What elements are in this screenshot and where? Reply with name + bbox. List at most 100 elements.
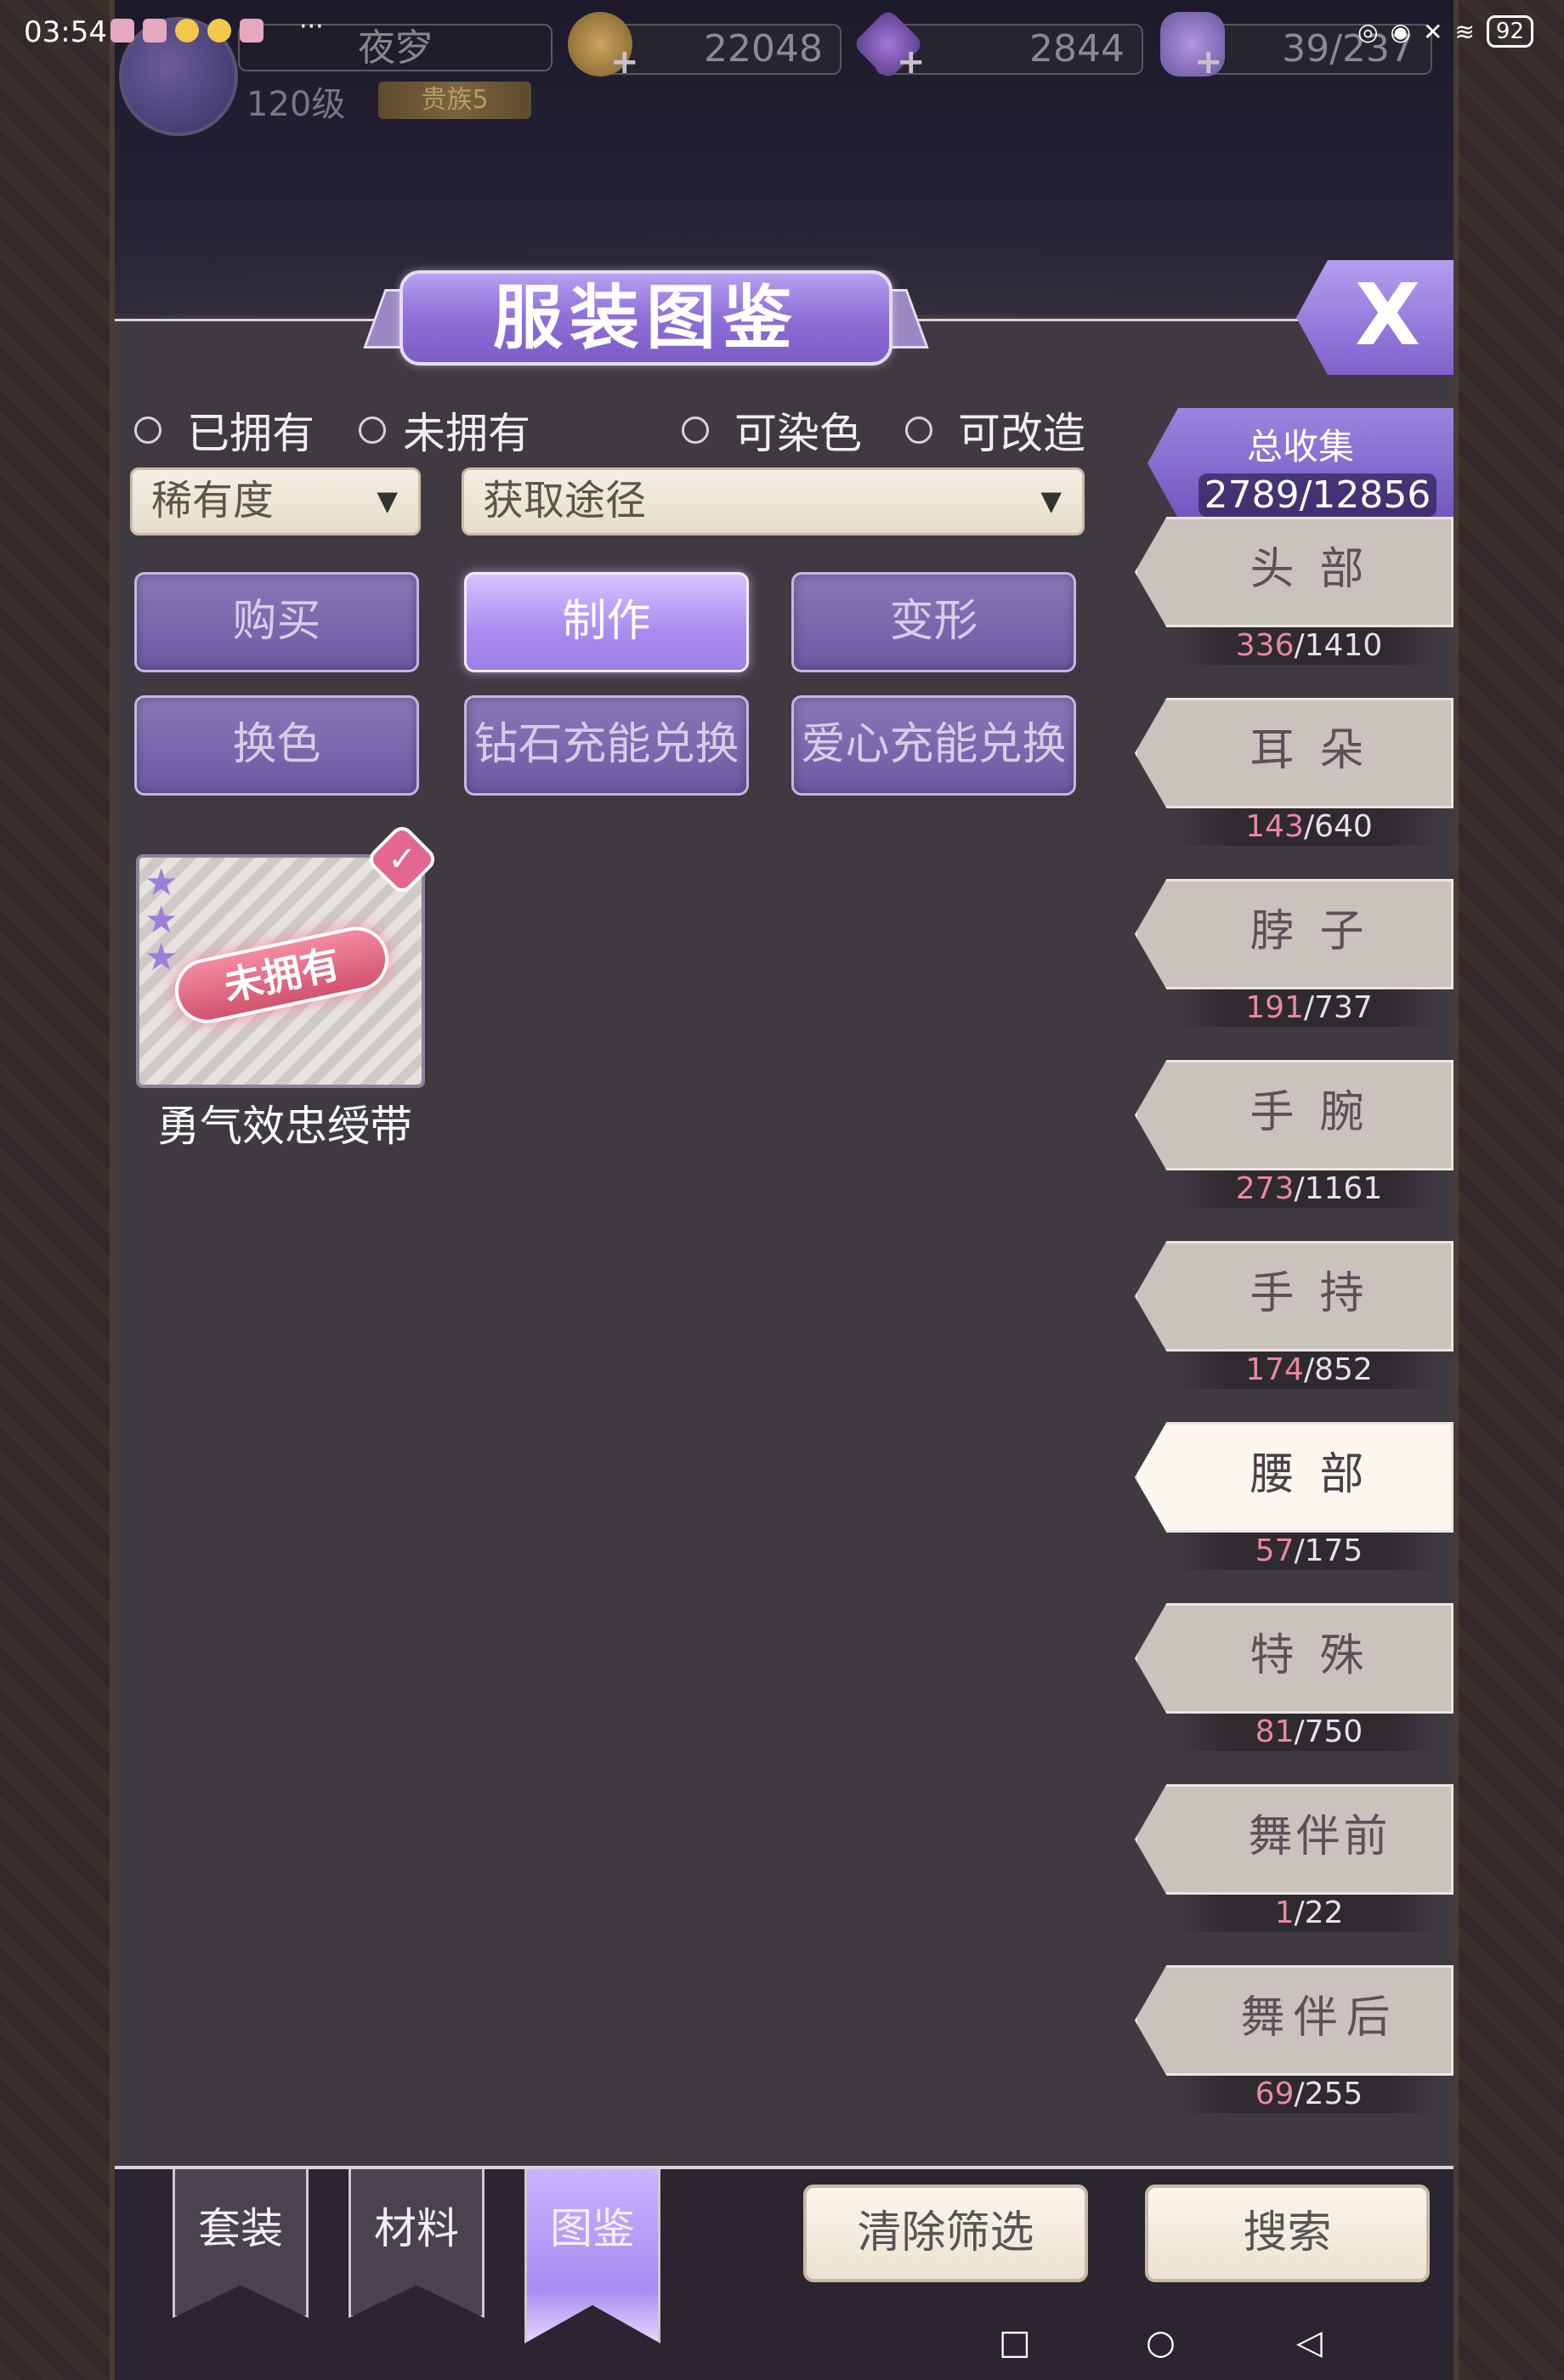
category-owned-count: 143 xyxy=(1245,809,1304,844)
source-diamond-exchange-button[interactable]: 钻石充能兑换 xyxy=(464,695,749,796)
battery-indicator: 92 xyxy=(1486,15,1533,48)
source-craft-button[interactable]: 制作 xyxy=(464,572,749,672)
category-label: 手腕 xyxy=(1135,1060,1454,1170)
category-owned-count: 336 xyxy=(1235,628,1295,663)
notification-icons xyxy=(110,19,264,42)
category-total-count: /750 xyxy=(1294,1714,1363,1749)
radio-circle-icon xyxy=(682,416,709,444)
rarity-stars-icon: ★ ★ ★ xyxy=(144,861,178,979)
category-count: 143/640 xyxy=(1177,808,1441,846)
mute-icon: ✕ xyxy=(1422,17,1443,46)
bottom-divider xyxy=(115,2166,1454,2169)
category-label: 耳朵 xyxy=(1135,698,1454,808)
player-level: 120级 xyxy=(246,85,346,124)
filter-dyeable[interactable]: 可染色 xyxy=(682,400,862,461)
source-dropdown-label: 获取途径 xyxy=(483,477,647,524)
category-label: 头部 xyxy=(1135,517,1454,627)
category-tab-ear[interactable]: 耳朵 143/640 xyxy=(1135,698,1454,846)
left-decor-frame xyxy=(0,0,115,2380)
category-label: 手持 xyxy=(1135,1241,1454,1352)
wifi-icon: ≋ xyxy=(1454,17,1475,46)
category-total-count: /175 xyxy=(1294,1533,1363,1568)
player-rank-badge: 贵族5 xyxy=(378,82,531,119)
right-decor-frame xyxy=(1454,0,1564,2380)
category-tab-head[interactable]: 头部 336/1410 xyxy=(1135,517,1454,665)
close-button[interactable]: X xyxy=(1296,260,1454,375)
collection-label: 总收集 xyxy=(1246,426,1354,468)
item-name: 勇气效忠绶带 xyxy=(157,1102,412,1151)
category-label: 舞伴前 xyxy=(1135,1784,1454,1895)
source-buy-button[interactable]: 购买 xyxy=(134,572,419,672)
dropdown-arrow-icon: ▼ xyxy=(1040,484,1062,517)
source-heart-exchange-button[interactable]: 爱心充能兑换 xyxy=(791,695,1076,796)
filter-not-owned-label: 未拥有 xyxy=(403,409,530,458)
category-count: 1/22 xyxy=(1177,1895,1441,1932)
category-total-count: /1410 xyxy=(1294,628,1383,663)
category-owned-count: 273 xyxy=(1235,1171,1295,1206)
category-owned-count: 1 xyxy=(1274,1896,1295,1930)
category-label: 脖子 xyxy=(1135,879,1454,989)
collection-value: 2789/12856 xyxy=(1198,473,1436,517)
source-recolor-button[interactable]: 换色 xyxy=(134,695,419,796)
page-title: 服装图鉴 xyxy=(400,270,892,366)
radio-circle-icon xyxy=(134,416,162,444)
filter-owned[interactable]: 已拥有 xyxy=(134,400,314,461)
category-label: 舞伴后 xyxy=(1135,1965,1454,2076)
radio-circle-icon xyxy=(359,416,386,444)
category-total-count: /640 xyxy=(1303,809,1373,844)
category-owned-count: 57 xyxy=(1255,1533,1295,1568)
back-icon[interactable]: ◁ xyxy=(1296,2323,1323,2362)
filter-dyeable-label: 可染色 xyxy=(734,409,862,458)
category-total-count: /255 xyxy=(1294,2077,1363,2111)
app-notification-icon xyxy=(143,19,167,42)
category-count: 191/737 xyxy=(1177,989,1441,1027)
category-tab-partner-back[interactable]: 舞伴后 69/255 xyxy=(1135,1965,1454,2113)
search-button[interactable]: 搜索 xyxy=(1145,2184,1430,2282)
weibo-notification-icon xyxy=(175,19,199,42)
home-icon[interactable]: ○ xyxy=(1146,2323,1176,2362)
category-total-count: /1161 xyxy=(1294,1171,1383,1206)
category-owned-count: 191 xyxy=(1245,990,1304,1025)
status-time: 03:54 xyxy=(24,15,107,49)
unowned-stamp: 未拥有 xyxy=(168,921,395,1029)
category-owned-count: 174 xyxy=(1245,1352,1304,1387)
category-count: 69/255 xyxy=(1177,2076,1441,2113)
dropdown-arrow-icon: ▼ xyxy=(377,484,398,517)
system-indicators: ◎ ◉ ✕ ≋ 92 xyxy=(1357,15,1533,48)
filter-modifiable[interactable]: 可改造 xyxy=(905,400,1085,461)
category-owned-count: 81 xyxy=(1255,1714,1295,1749)
category-tab-waist[interactable]: 腰部 57/175 xyxy=(1135,1422,1454,1570)
category-tab-handheld[interactable]: 手持 174/852 xyxy=(1135,1241,1454,1389)
category-count: 81/750 xyxy=(1177,1714,1441,1751)
eye-icon: ◉ xyxy=(1390,17,1411,46)
category-count: 57/175 xyxy=(1177,1533,1441,1570)
category-tab-special[interactable]: 特殊 81/750 xyxy=(1135,1603,1454,1751)
category-total-count: /22 xyxy=(1294,1896,1344,1930)
category-tab-partner-front[interactable]: 舞伴前 1/22 xyxy=(1135,1784,1454,1932)
filter-owned-label: 已拥有 xyxy=(187,409,314,458)
status-bar: 03:54 ··· ◎ ◉ ✕ ≋ 92 xyxy=(0,0,1564,65)
category-tab-wrist[interactable]: 手腕 273/1161 xyxy=(1135,1060,1454,1208)
app-notification-icon xyxy=(110,19,134,42)
category-label: 特殊 xyxy=(1135,1603,1454,1714)
clear-filters-button[interactable]: 清除筛选 xyxy=(803,2184,1088,2282)
app-notification-icon xyxy=(240,19,264,42)
more-notifications-icon: ··· xyxy=(299,12,324,42)
filter-modifiable-label: 可改造 xyxy=(958,409,1085,458)
radio-circle-icon xyxy=(905,416,932,444)
recents-icon[interactable]: □ xyxy=(999,2323,1031,2362)
filter-not-owned[interactable]: 未拥有 xyxy=(359,400,530,461)
source-transform-button[interactable]: 变形 xyxy=(791,572,1076,672)
category-tab-neck[interactable]: 脖子 191/737 xyxy=(1135,879,1454,1027)
rarity-dropdown-label: 稀有度 xyxy=(151,477,275,524)
item-card[interactable]: ★ ★ ★ 未拥有 xyxy=(136,854,425,1088)
weibo-notification-icon xyxy=(207,19,231,42)
category-count: 273/1161 xyxy=(1177,1170,1441,1208)
collection-total: 总收集 2789/12856 xyxy=(1148,408,1454,518)
rarity-dropdown[interactable]: 稀有度 ▼ xyxy=(130,468,421,536)
category-count: 174/852 xyxy=(1177,1352,1441,1389)
panel-title-banner: 服装图鉴 xyxy=(363,270,929,366)
category-total-count: /852 xyxy=(1303,1352,1373,1387)
source-dropdown[interactable]: 获取途径 ▼ xyxy=(462,468,1085,536)
category-owned-count: 69 xyxy=(1255,2077,1295,2111)
